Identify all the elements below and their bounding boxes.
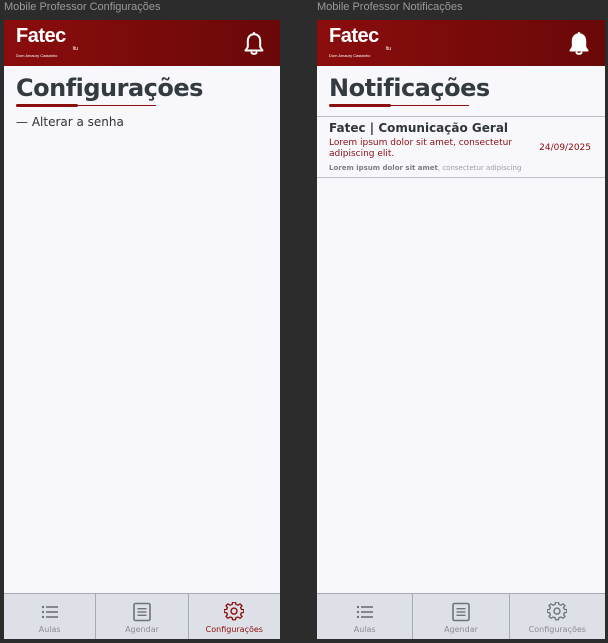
notification-footer: Lorem ipsum dolor sit amet, consectetur … <box>329 164 521 172</box>
app-header: Fatec Itu Dom Amaury Castanho <box>317 20 605 66</box>
tab-aulas[interactable]: Aulas <box>4 594 97 639</box>
notification-title: Fatec | Comunicação Geral <box>329 121 509 135</box>
fatec-logo[interactable]: Fatec Itu Dom Amaury Castanho <box>329 26 391 60</box>
logo-city: Itu <box>72 46 78 52</box>
logo-text: Fatec <box>329 25 379 47</box>
tab-label: Aulas <box>38 625 61 634</box>
logo-city: Itu <box>385 46 391 52</box>
bottom-tabbar: Aulas Agendar Configurações <box>317 593 605 639</box>
change-password-link[interactable]: — Alterar a senha <box>16 115 124 129</box>
notification-item[interactable]: Fatec | Comunicação Geral Lorem ipsum do… <box>317 116 605 178</box>
tab-configuracoes[interactable]: Configurações <box>510 594 605 639</box>
config-screen: Fatec Itu Dom Amaury Castanho Configuraç… <box>4 20 280 639</box>
list-icon <box>356 605 373 619</box>
bottom-tabbar: Aulas Agendar Configurações <box>4 593 280 639</box>
tab-agendar[interactable]: Agendar <box>413 594 510 639</box>
tab-aulas[interactable]: Aulas <box>317 594 414 639</box>
gear-icon <box>224 602 245 621</box>
logo-subtitle: Dom Amaury Castanho <box>16 53 58 58</box>
document-icon <box>452 602 470 622</box>
tab-configuracoes[interactable]: Configurações <box>189 594 280 639</box>
tab-label: Aulas <box>353 625 376 634</box>
list-icon <box>41 605 58 619</box>
fatec-logo[interactable]: Fatec Itu Dom Amaury Castanho <box>16 26 78 60</box>
tab-label: Configurações <box>528 625 586 634</box>
notification-body: Lorem ipsum dolor sit amet, consectetur … <box>329 138 513 159</box>
notification-date: 24/09/2025 <box>539 143 591 153</box>
tab-agendar[interactable]: Agendar <box>96 594 189 639</box>
notification-footer-bold: Lorem ipsum dolor sit amet <box>329 164 438 172</box>
logo-text: Fatec <box>16 25 66 47</box>
frame-label-config: Mobile Professor Configurações <box>4 1 161 13</box>
notifications-screen: Fatec Itu Dom Amaury Castanho Notificaçõ… <box>317 20 605 639</box>
document-icon <box>133 602 151 622</box>
frame-label-notifications: Mobile Professor Notificações <box>317 1 463 13</box>
tab-label: Configurações <box>205 625 263 634</box>
app-header: Fatec Itu Dom Amaury Castanho <box>4 20 280 66</box>
page-title: Notificações <box>329 74 490 102</box>
bell-icon[interactable] <box>242 31 266 57</box>
gear-icon <box>547 602 568 621</box>
logo-subtitle: Dom Amaury Castanho <box>329 53 371 58</box>
tab-label: Agendar <box>444 625 478 634</box>
notification-footer-light: , consectetur adipiscing <box>437 164 522 172</box>
tab-label: Agendar <box>125 625 159 634</box>
page-title: Configurações <box>16 74 203 102</box>
bell-filled-icon[interactable] <box>567 31 591 57</box>
